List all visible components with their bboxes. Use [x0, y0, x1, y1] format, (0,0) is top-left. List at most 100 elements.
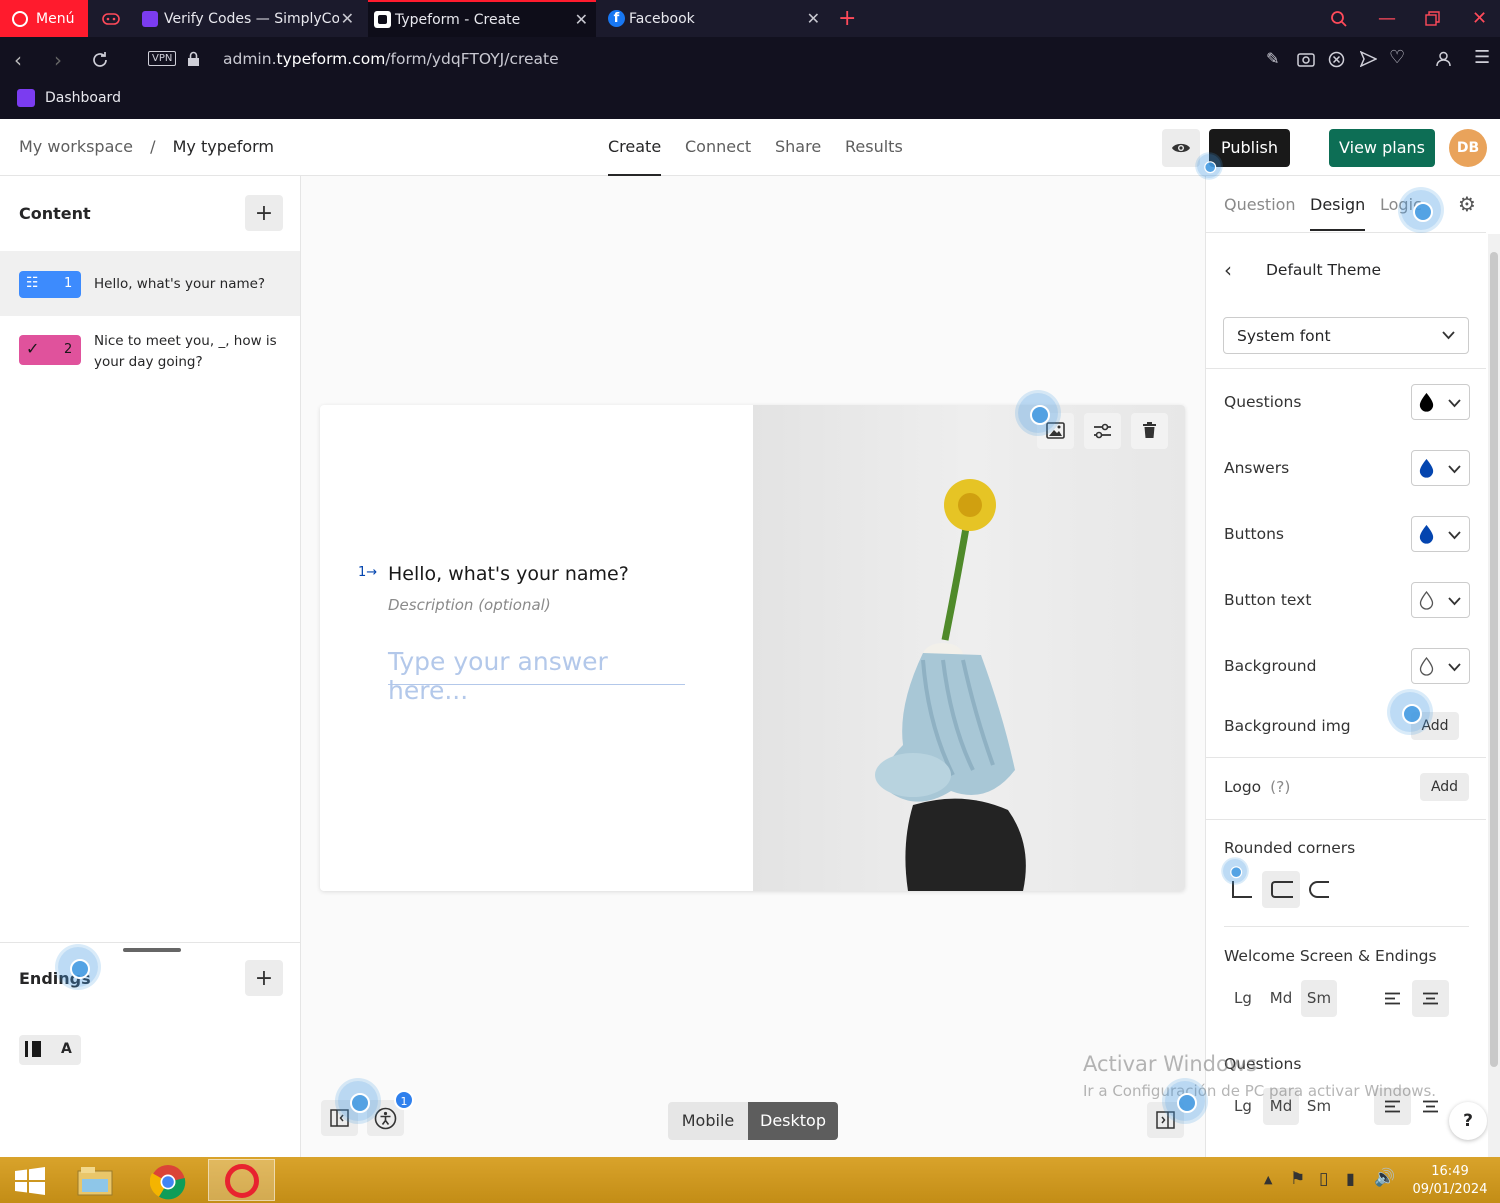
- click-indicator: [1165, 1081, 1205, 1121]
- question-description[interactable]: Description (optional): [388, 596, 551, 614]
- tab-connect[interactable]: Connect: [685, 119, 751, 176]
- forward-icon[interactable]: ›: [54, 48, 62, 72]
- windows-start-icon[interactable]: [14, 1167, 46, 1195]
- breadcrumb-form[interactable]: My typeform: [173, 137, 274, 156]
- opera-taskbar-button[interactable]: [208, 1159, 275, 1201]
- close-window-button[interactable]: ✕: [1472, 0, 1492, 37]
- chevron-down-icon: [1448, 531, 1461, 540]
- color-picker[interactable]: [1411, 450, 1470, 486]
- scrollbar-thumb[interactable]: [1490, 252, 1498, 1067]
- add-ending-button[interactable]: +: [245, 960, 283, 996]
- tab-create[interactable]: Create: [608, 119, 662, 176]
- windows-taskbar: ▲ ⚑ ▯ ▮ 🔊 16:49 09/01/2024: [0, 1157, 1500, 1203]
- file-explorer-icon[interactable]: [76, 1165, 114, 1197]
- preview-button[interactable]: [1162, 129, 1200, 167]
- notification-badge: 1: [394, 1090, 414, 1110]
- heart-icon[interactable]: ♡: [1389, 47, 1405, 68]
- tab-design[interactable]: Design: [1310, 195, 1366, 231]
- corner-pill-option[interactable]: [1302, 871, 1338, 907]
- network-icon[interactable]: ▮: [1346, 1169, 1355, 1188]
- chevron-down-icon: [1448, 597, 1461, 606]
- delete-image-button[interactable]: [1131, 413, 1168, 449]
- image-settings-button[interactable]: [1084, 413, 1121, 449]
- resize-handle[interactable]: [123, 948, 181, 952]
- align-center-option[interactable]: [1412, 980, 1449, 1017]
- avatar[interactable]: DB: [1449, 129, 1487, 167]
- reload-icon[interactable]: [91, 51, 109, 69]
- camera-icon[interactable]: [1297, 51, 1315, 67]
- minimize-window-button[interactable]: —: [1378, 0, 1398, 37]
- question-item-2[interactable]: ✓ 2 Nice to meet you, _, how is your day…: [0, 317, 300, 387]
- close-tab-icon[interactable]: ✕: [575, 10, 588, 29]
- tab-share[interactable]: Share: [775, 119, 821, 176]
- color-label: Button text: [1224, 591, 1312, 609]
- tab-simplycodes[interactable]: Verify Codes — SimplyCodes ✕: [136, 0, 362, 37]
- search-icon[interactable]: [1330, 0, 1352, 37]
- logo-add-button[interactable]: Add: [1420, 773, 1469, 801]
- click-indicator: [1197, 154, 1221, 178]
- help-hint[interactable]: (?): [1270, 778, 1290, 796]
- desktop-toggle[interactable]: Desktop: [748, 1102, 838, 1140]
- lock-icon: [188, 51, 199, 66]
- send-icon[interactable]: [1360, 51, 1377, 67]
- clock[interactable]: 16:49 09/01/2024: [1410, 1163, 1490, 1199]
- profile-icon[interactable]: [1436, 51, 1451, 67]
- background-img-label: Background img: [1224, 717, 1351, 735]
- add-question-button[interactable]: +: [245, 195, 283, 231]
- align-left-option[interactable]: [1374, 980, 1411, 1017]
- welcome-endings-label: Welcome Screen & Endings: [1224, 947, 1437, 965]
- layout-image: [753, 405, 1185, 891]
- font-select[interactable]: System font: [1223, 317, 1469, 354]
- back-icon[interactable]: ‹: [1224, 258, 1232, 282]
- question-item-1[interactable]: ☷ 1 Hello, what's your name?: [0, 251, 300, 316]
- activation-watermark-title: Activar Windows: [1083, 1052, 1257, 1076]
- tab-facebook[interactable]: f Facebook ✕: [602, 0, 828, 37]
- tab-results[interactable]: Results: [845, 119, 903, 176]
- opera-menu-button[interactable]: Menú: [0, 0, 88, 37]
- chrome-icon[interactable]: [150, 1164, 186, 1200]
- help-button[interactable]: ?: [1449, 1102, 1487, 1140]
- color-picker[interactable]: [1411, 582, 1470, 618]
- color-picker[interactable]: [1411, 384, 1470, 420]
- vpn-badge[interactable]: VPN: [148, 51, 177, 66]
- breadcrumb-workspace[interactable]: My workspace: [19, 137, 133, 156]
- divider: [1224, 926, 1469, 927]
- size-sm[interactable]: Sm: [1301, 980, 1337, 1017]
- maximize-window-button[interactable]: [1425, 0, 1445, 37]
- color-picker[interactable]: [1411, 648, 1470, 684]
- action-center-icon[interactable]: ⚑: [1290, 1169, 1305, 1189]
- easy-setup-icon[interactable]: ☰: [1474, 47, 1490, 68]
- tray-expand-icon[interactable]: ▲: [1264, 1173, 1272, 1186]
- question-title[interactable]: Hello, what's your name?: [388, 563, 629, 585]
- tab-question[interactable]: Question: [1224, 195, 1296, 214]
- mobile-toggle[interactable]: Mobile: [668, 1102, 748, 1140]
- publish-button[interactable]: Publish: [1209, 129, 1290, 167]
- bookmark-dashboard[interactable]: Dashboard: [17, 89, 121, 107]
- volume-icon[interactable]: 🔊: [1374, 1168, 1395, 1188]
- color-picker[interactable]: [1411, 516, 1470, 552]
- edit-icon[interactable]: ✎: [1266, 49, 1279, 68]
- ending-item[interactable]: A: [19, 1035, 81, 1065]
- align-left-icon: [1385, 992, 1400, 1005]
- drop-icon: [1419, 459, 1434, 478]
- content-panel: Content + ☷ 1 Hello, what's your name? ✓…: [0, 176, 301, 1157]
- url-field[interactable]: admin.typeform.com/form/ydqFTOYJ/create: [223, 50, 559, 68]
- power-icon[interactable]: ▯: [1319, 1169, 1328, 1189]
- scrollbar[interactable]: [1488, 234, 1500, 1157]
- close-tab-icon[interactable]: ✕: [341, 9, 354, 28]
- view-plans-button[interactable]: View plans: [1329, 129, 1435, 167]
- gamepad-icon[interactable]: [96, 0, 126, 37]
- adblock-icon[interactable]: [1328, 51, 1345, 68]
- tab-typeform[interactable]: Typeform - Create ✕: [368, 0, 596, 37]
- answer-input[interactable]: Type your answer here...: [388, 647, 685, 705]
- corner-rounded-option[interactable]: [1262, 871, 1300, 908]
- ending-screen-icon: [25, 1041, 41, 1057]
- size-lg[interactable]: Lg: [1225, 980, 1261, 1017]
- settings-icon[interactable]: ⚙: [1458, 192, 1476, 216]
- back-icon[interactable]: ‹: [14, 48, 22, 72]
- form-preview-card: 1→ Hello, what's your name? Description …: [320, 405, 1185, 891]
- new-tab-button[interactable]: +: [838, 0, 858, 37]
- size-md[interactable]: Md: [1263, 980, 1299, 1017]
- close-tab-icon[interactable]: ✕: [807, 9, 820, 28]
- typeform-favicon-icon: [374, 11, 391, 28]
